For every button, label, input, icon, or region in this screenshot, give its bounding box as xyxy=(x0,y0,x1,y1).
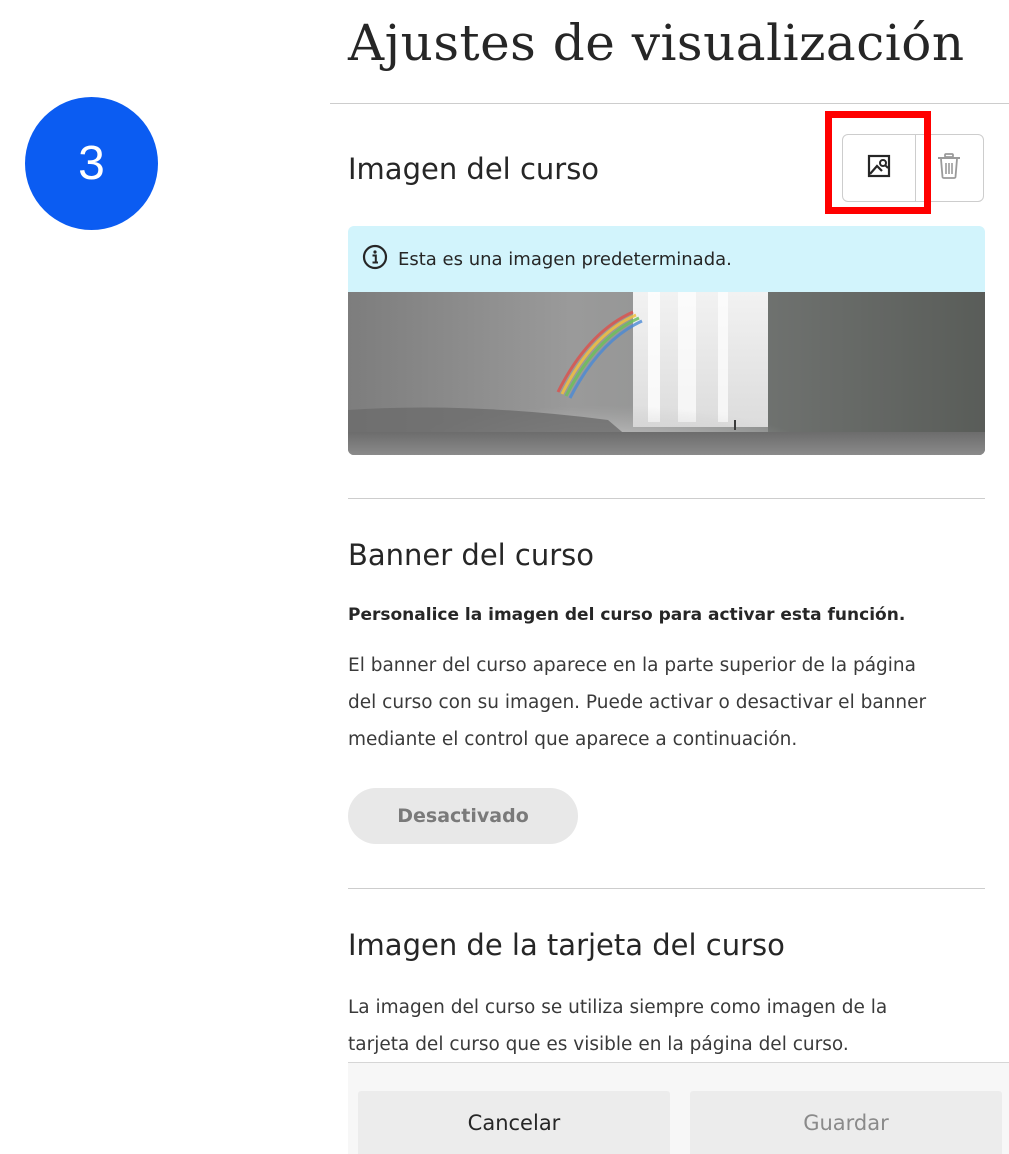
banner-toggle-button[interactable]: Desactivado xyxy=(348,788,578,844)
info-text: Esta es una imagen predeterminada. xyxy=(398,248,732,270)
banner-description-line: del curso con su imagen. Puede activar o… xyxy=(348,692,927,713)
banner-description-line: El banner del curso aparece en la parte … xyxy=(348,655,916,676)
banner-activation-note: Personalice la imagen del curso para act… xyxy=(348,605,906,625)
title-divider xyxy=(330,103,1009,104)
section-divider xyxy=(348,498,985,499)
card-image-description: La imagen del curso se utiliza siempre c… xyxy=(348,989,887,1063)
course-image-heading: Imagen del curso xyxy=(348,152,600,186)
banner-description: El banner del curso aparece en la parte … xyxy=(348,647,926,758)
save-button[interactable]: Guardar xyxy=(690,1091,1002,1154)
highlight-annotation xyxy=(825,111,931,214)
card-image-heading: Imagen de la tarjeta del curso xyxy=(348,928,785,962)
info-icon xyxy=(362,244,388,274)
card-image-description-line: La imagen del curso se utiliza siempre c… xyxy=(348,997,888,1018)
card-image-description-line: tarjeta del curso que es visible en la p… xyxy=(348,1034,849,1055)
section-divider xyxy=(348,888,985,889)
course-banner-heading: Banner del curso xyxy=(348,538,595,572)
course-image-preview xyxy=(348,292,985,455)
banner-description-line: mediante el control que aparece a contin… xyxy=(348,729,798,750)
step-number: 3 xyxy=(78,137,105,190)
trash-icon xyxy=(936,152,962,184)
default-image-info-banner: Esta es una imagen predeterminada. xyxy=(348,226,985,292)
page-title: Ajustes de visualización xyxy=(348,14,965,72)
step-number-badge: 3 xyxy=(25,97,158,230)
cancel-button[interactable]: Cancelar xyxy=(358,1091,670,1154)
